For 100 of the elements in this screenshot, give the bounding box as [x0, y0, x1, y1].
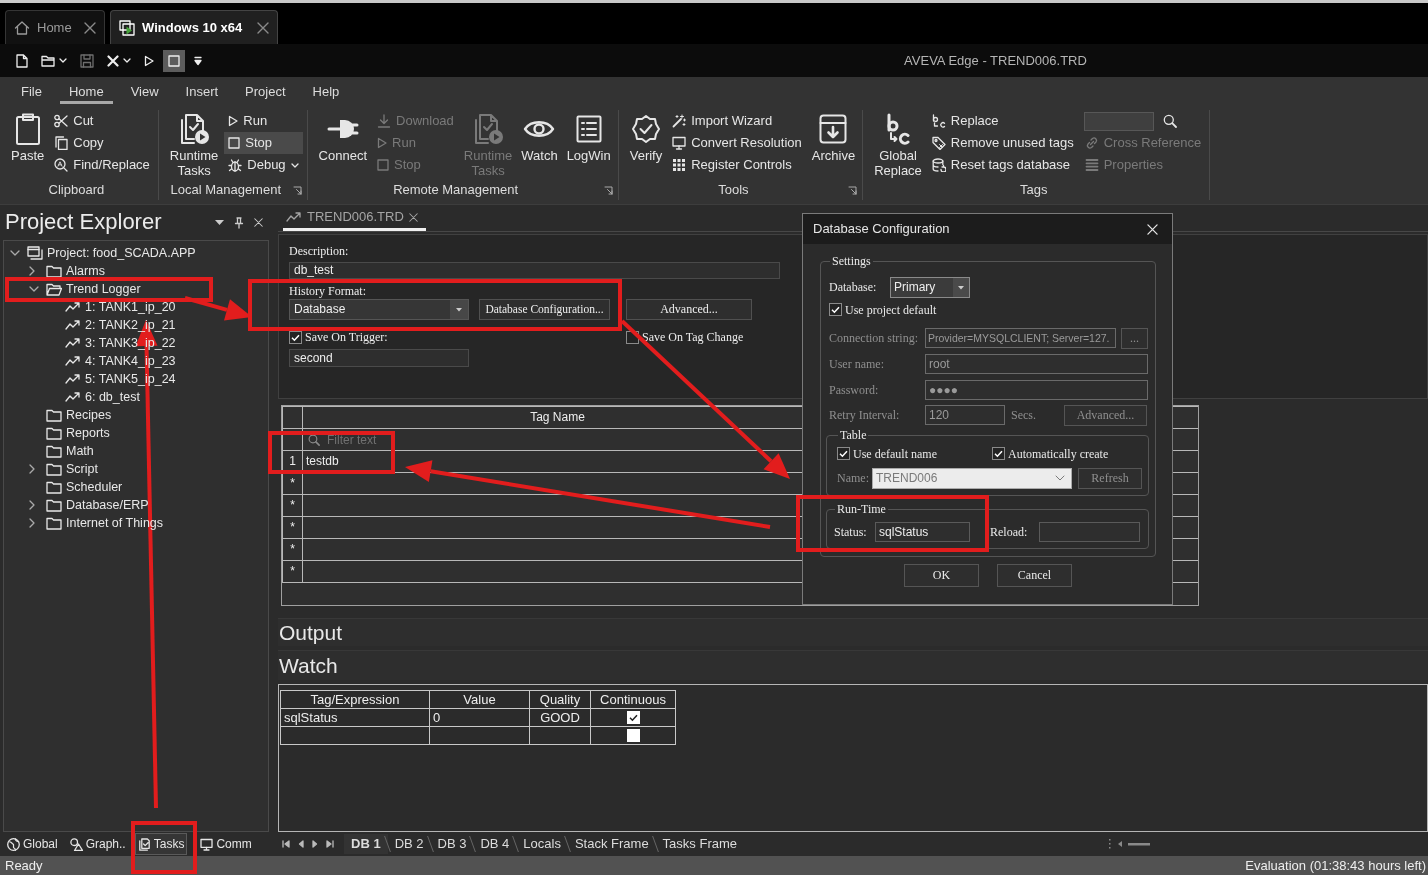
tree-item[interactable]: Trend Logger [66, 281, 141, 297]
ribbon-button[interactable]: Copy [50, 132, 154, 154]
ribbon-button[interactable]: Run [224, 110, 303, 132]
checkbox[interactable] [829, 303, 842, 317]
ribbon-button[interactable]: Remove unused tags [927, 132, 1078, 154]
ribbon-tab[interactable]: Home [59, 84, 113, 104]
panel-tab[interactable]: Global [4, 833, 61, 855]
checkbox[interactable] [289, 330, 302, 344]
panel-tab[interactable]: Tasks [134, 833, 188, 855]
trend-icon [65, 392, 81, 402]
tree-item[interactable]: Alarms [66, 263, 105, 279]
close-icon[interactable] [254, 218, 263, 227]
close-icon[interactable] [408, 212, 418, 222]
ribbon-button[interactable]: Connect [315, 110, 370, 180]
ribbon-button[interactable]: Debug [224, 154, 303, 176]
launcher-icon[interactable] [603, 185, 613, 195]
debug-tab[interactable]: DB 1 [344, 834, 388, 854]
previous-icon[interactable] [298, 840, 304, 848]
tree-item[interactable]: 1: TANK1_ip_20 [85, 299, 176, 315]
column-header[interactable]: Continuous [590, 690, 676, 709]
ribbon-button[interactable]: Cut [50, 110, 154, 132]
checkbox-label[interactable]: Save On Tag Change [642, 330, 744, 345]
debug-tab[interactable]: Stack Frame [567, 834, 656, 854]
column-header[interactable]: Quality [529, 690, 591, 709]
checkbox-label[interactable]: Use default name [853, 446, 937, 462]
ribbon-tab[interactable]: Project [236, 84, 295, 104]
dialog-button[interactable]: OK [904, 564, 979, 587]
panel-tab[interactable]: Graph.. [66, 833, 129, 855]
panel-tab[interactable]: Comm [197, 833, 255, 855]
next-icon[interactable] [312, 840, 318, 848]
tree-item[interactable]: Reports [66, 425, 110, 441]
checkbox[interactable] [837, 447, 850, 461]
dropdown-icon[interactable] [215, 220, 224, 225]
caret-icon[interactable] [953, 277, 969, 297]
task-document-icon [178, 113, 211, 145]
server-dropdown[interactable]: Primary [890, 276, 970, 298]
dialog-button[interactable]: Cancel [997, 564, 1072, 587]
debug-tab[interactable]: DB 2 [387, 834, 431, 854]
config-button[interactable]: Database Configuration... [479, 299, 610, 320]
search-icon[interactable] [1162, 114, 1177, 128]
chevron-down-icon[interactable] [29, 286, 39, 292]
tree-item[interactable]: Scheduler [66, 479, 123, 495]
tree-item[interactable]: Recipes [66, 407, 112, 423]
ribbon-button[interactable]: Paste [8, 110, 48, 180]
ribbon-button[interactable]: Find/Replace [50, 154, 154, 176]
column-header[interactable]: Value [429, 690, 530, 709]
checkbox-label[interactable]: Save On Trigger: [305, 330, 388, 345]
tree-item[interactable]: 6: db_test [85, 389, 140, 405]
launcher-icon[interactable] [292, 185, 302, 195]
status-field[interactable]: sqlStatus [875, 522, 970, 542]
horizontal-scrollbar[interactable] [1108, 838, 1152, 850]
last-page-icon[interactable] [326, 840, 334, 848]
checkbox-label[interactable]: Automatically create [1008, 446, 1109, 462]
description-field[interactable]: db_test [289, 262, 780, 279]
close-icon[interactable] [84, 21, 96, 34]
tree-item[interactable]: Database/ERP [66, 497, 149, 513]
chevron-right-icon[interactable] [29, 518, 35, 528]
browser-tab[interactable]: Windows 10 x64 [110, 10, 278, 44]
ribbon-button[interactable]: Archive [808, 110, 859, 180]
tree-item[interactable]: Script [66, 461, 98, 477]
checkbox-label[interactable]: Use project default [845, 302, 937, 318]
ribbon-tab[interactable]: File [12, 84, 51, 104]
chevron-down-icon[interactable] [10, 250, 20, 256]
chevron-right-icon[interactable] [29, 464, 35, 474]
tree-item[interactable]: Project: food_SCADA.APP [47, 245, 196, 261]
ribbon-button[interactable]: Reset tags database [927, 154, 1078, 176]
advanced-button[interactable]: Advanced... [626, 299, 752, 320]
first-page-icon[interactable] [282, 840, 290, 848]
chevron-right-icon[interactable] [29, 266, 35, 276]
field-label: Password: [829, 382, 880, 398]
ribbon-button[interactable]: Stop [224, 132, 303, 154]
caret-icon[interactable] [450, 300, 468, 319]
ribbon-button[interactable]: Convert Resolution [668, 132, 806, 154]
checkbox[interactable] [992, 447, 1005, 461]
ribbon-button[interactable]: Import Wizard [668, 110, 806, 132]
ribbon-button[interactable]: Watch [518, 110, 561, 180]
ribbon-button[interactable]: Verify [626, 110, 666, 180]
ribbon-tab[interactable]: Insert [176, 84, 228, 104]
ribbon-button[interactable]: Register Controls [668, 154, 806, 176]
ribbon-button[interactable]: Runtime Tasks [166, 110, 222, 180]
debug-tab[interactable]: DB 3 [430, 834, 474, 854]
trigger-field[interactable]: second [289, 349, 469, 368]
globe-icon [7, 837, 20, 851]
search-field[interactable] [1083, 111, 1154, 131]
reload-field[interactable] [1039, 522, 1140, 542]
ribbon-button[interactable]: LogWin [563, 110, 614, 180]
ribbon-tab[interactable]: Help [303, 84, 349, 104]
toolbar-button[interactable] [163, 49, 185, 72]
ribbon-button[interactable]: Global Replace [871, 110, 925, 180]
browser-tab[interactable]: Home [5, 10, 105, 44]
ribbon-tab[interactable]: View [121, 84, 168, 104]
debug-tab[interactable]: Tasks Frame [655, 834, 744, 854]
column-header[interactable]: Tag/Expression [280, 690, 430, 709]
format-dropdown[interactable]: Database [289, 299, 469, 320]
document-tab[interactable]: TREND006.TRD [283, 209, 426, 231]
chevron-right-icon[interactable] [29, 500, 35, 510]
pin-icon[interactable] [234, 216, 244, 229]
ribbon-button[interactable]: Replace [927, 110, 1078, 132]
launcher-icon[interactable] [848, 185, 858, 195]
tree-item[interactable]: Math [66, 443, 94, 459]
